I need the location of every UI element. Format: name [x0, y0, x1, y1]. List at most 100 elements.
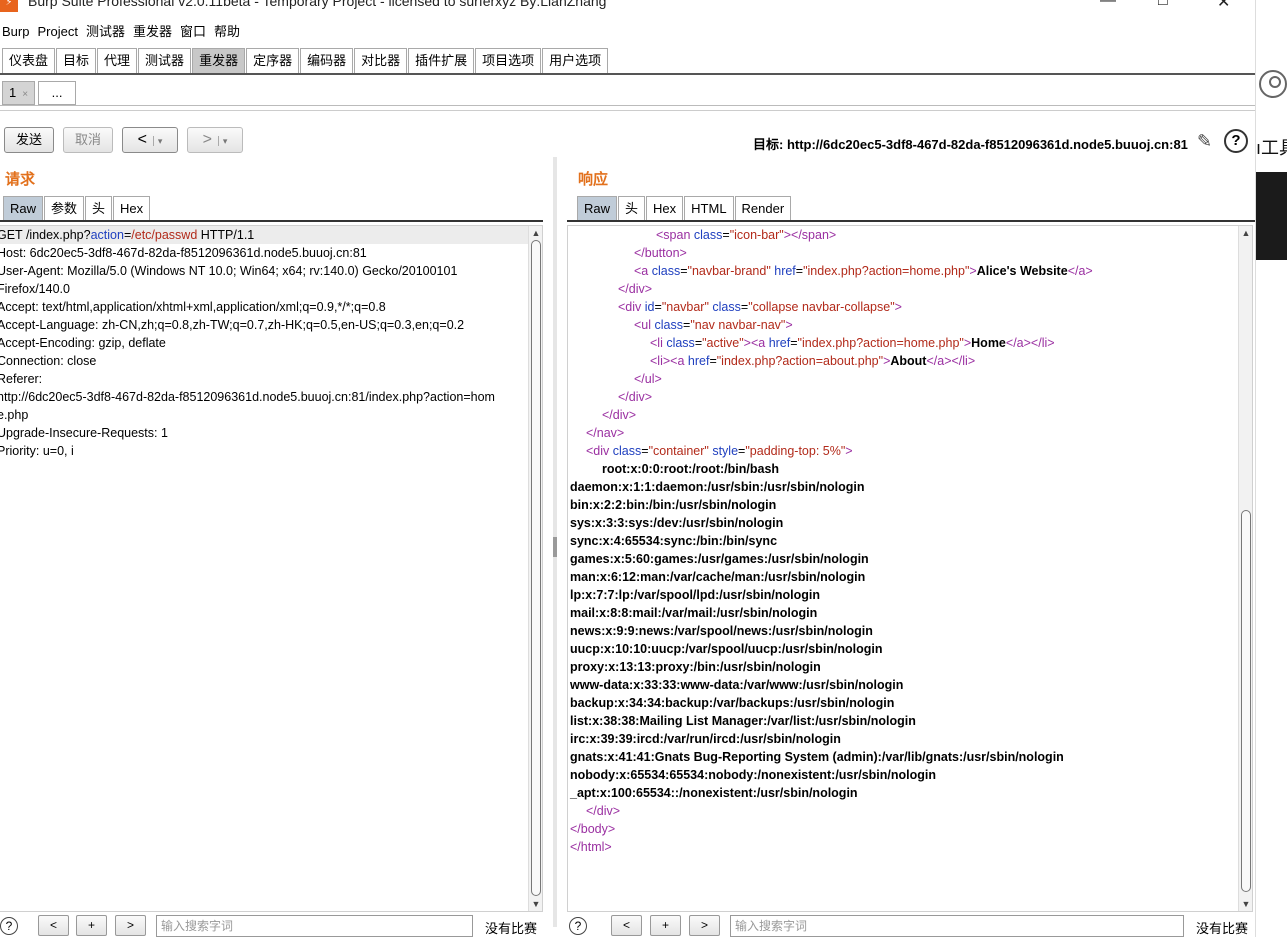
- back-button[interactable]: < ▾: [122, 127, 178, 153]
- scroll-down-icon[interactable]: ▼: [531, 899, 541, 909]
- back-dropdown-icon[interactable]: ▾: [152, 136, 163, 146]
- request-header-line: Accept: text/html,application/xhtml+xml,…: [0, 300, 386, 314]
- request-editor[interactable]: GET /index.php?action=/etc/passwd HTTP/1…: [0, 225, 543, 912]
- tab-proxy[interactable]: 代理: [97, 48, 138, 74]
- menu-help[interactable]: 帮助: [214, 22, 240, 42]
- response-line: <div class="container" style="padding-to…: [586, 444, 853, 458]
- passwd-line: games:x:5:60:games:/usr/games:/usr/sbin/…: [570, 552, 869, 566]
- tab-user-options[interactable]: 用户选项: [542, 48, 609, 74]
- request-tabs: Raw 参数 头 Hex: [3, 196, 151, 220]
- request-heading: 请求: [5, 171, 36, 188]
- request-tab-raw[interactable]: Raw: [3, 196, 44, 220]
- scroll-up-icon[interactable]: ▲: [1241, 228, 1251, 238]
- close-window-button[interactable]: ✕: [1217, 0, 1230, 12]
- tab-repeater[interactable]: 重发器: [192, 48, 246, 74]
- search-add-button[interactable]: +: [76, 915, 107, 936]
- menu-window[interactable]: 窗口: [180, 22, 206, 42]
- menu-project[interactable]: Project: [37, 22, 77, 42]
- title-bar: ⚡ Burp Suite Professional v2.0.11beta - …: [0, 0, 1255, 14]
- response-search-input[interactable]: 输入搜索字词: [730, 915, 1184, 937]
- response-tab-html[interactable]: HTML: [684, 196, 734, 220]
- tab-comparer[interactable]: 对比器: [354, 48, 408, 74]
- new-tab-button[interactable]: ...: [38, 81, 77, 105]
- request-tab-params[interactable]: 参数: [44, 196, 85, 220]
- burp-logo-icon: ⚡: [0, 0, 18, 12]
- user-avatar-icon[interactable]: [1259, 70, 1287, 98]
- repeater-tab-label: 1: [9, 85, 17, 100]
- splitter-grip[interactable]: [553, 537, 557, 557]
- tab-intruder[interactable]: 测试器: [138, 48, 192, 74]
- main-tabs: 仪表盘 目标 代理 测试器 重发器 定序器 编码器 对比器 插件扩展 项目选项 …: [2, 48, 609, 74]
- response-tab-raw[interactable]: Raw: [577, 196, 618, 220]
- response-line: <li class="active"><a href="index.php?ac…: [650, 336, 1055, 350]
- right-side-window-fragment: ı工具: [1255, 0, 1287, 937]
- request-header-line: Host: 6dc20ec5-3df8-467d-82da-f851209636…: [0, 246, 367, 260]
- passwd-line: _apt:x:100:65534::/nonexistent:/usr/sbin…: [570, 786, 858, 800]
- response-line: <span class="icon-bar"></span>: [656, 228, 837, 242]
- response-scroll-thumb[interactable]: [1241, 510, 1251, 892]
- passwd-line: nobody:x:65534:65534:nobody:/nonexistent…: [570, 768, 937, 782]
- passwd-line: man:x:6:12:man:/var/cache/man:/usr/sbin/…: [570, 570, 866, 584]
- response-editor[interactable]: <span class="icon-bar"></span> </button>…: [567, 225, 1253, 912]
- response-scrollbar[interactable]: ▲ ▼: [1238, 226, 1252, 911]
- request-tab-headers[interactable]: 头: [85, 196, 113, 220]
- search-next-button[interactable]: >: [115, 915, 146, 936]
- back-arrow-icon: <: [137, 131, 147, 148]
- passwd-line: sync:x:4:65534:sync:/bin:/bin/sync: [570, 534, 778, 548]
- response-line: </button>: [634, 246, 687, 260]
- request-search-bar: ? < + > 输入搜索字词 没有比赛: [0, 914, 548, 937]
- request-header-line: http://6dc20ec5-3df8-467d-82da-f85120963…: [0, 390, 495, 404]
- passwd-line: mail:x:8:8:mail:/var/mail:/usr/sbin/nolo…: [570, 606, 818, 620]
- search-next-button[interactable]: >: [689, 915, 720, 936]
- passwd-line: list:x:38:38:Mailing List Manager:/var/l…: [570, 714, 916, 728]
- close-tab-icon[interactable]: ×: [22, 89, 28, 100]
- side-text: ı工具: [1256, 138, 1287, 158]
- tab-extender[interactable]: 插件扩展: [408, 48, 475, 74]
- window-title: Burp Suite Professional v2.0.11beta - Te…: [28, 0, 607, 9]
- tab-target[interactable]: 目标: [56, 48, 97, 74]
- response-line: </div>: [618, 282, 653, 296]
- request-header-line: Firefox/140.0: [0, 282, 70, 296]
- help-icon[interactable]: ?: [0, 917, 18, 935]
- menu-intruder[interactable]: 测试器: [86, 22, 125, 42]
- request-tab-divider: [0, 220, 543, 222]
- tab-sequencer[interactable]: 定序器: [246, 48, 300, 74]
- cancel-button[interactable]: 取消: [63, 127, 113, 153]
- scroll-down-icon[interactable]: ▼: [1241, 899, 1251, 909]
- forward-button[interactable]: > ▾: [187, 127, 243, 153]
- forward-arrow-icon: >: [202, 131, 212, 148]
- search-prev-button[interactable]: <: [38, 915, 69, 936]
- forward-dropdown-icon[interactable]: ▾: [217, 136, 228, 146]
- help-icon[interactable]: ?: [1224, 129, 1248, 153]
- help-icon[interactable]: ?: [569, 917, 587, 935]
- passwd-line: news:x:9:9:news:/var/spool/news:/usr/sbi…: [570, 624, 873, 638]
- send-button[interactable]: 发送: [4, 127, 54, 153]
- search-prev-button[interactable]: <: [611, 915, 642, 936]
- repeater-tab-1[interactable]: 1 ×: [2, 81, 36, 105]
- menu-repeater[interactable]: 重发器: [133, 22, 172, 42]
- passwd-line: daemon:x:1:1:daemon:/usr/sbin:/usr/sbin/…: [570, 480, 865, 494]
- minimize-button[interactable]: —: [1100, 0, 1116, 10]
- menu-burp[interactable]: Burp: [2, 22, 29, 42]
- maximize-button[interactable]: □: [1158, 0, 1168, 10]
- sub-tabs-divider-2: [0, 110, 1255, 111]
- pane-splitter[interactable]: [553, 157, 557, 927]
- passwd-line: proxy:x:13:13:proxy:/bin:/usr/sbin/nolog…: [570, 660, 821, 674]
- response-tab-render[interactable]: Render: [734, 196, 792, 220]
- tab-project-options[interactable]: 项目选项: [475, 48, 542, 74]
- pencil-icon[interactable]: ✎: [1197, 131, 1217, 151]
- search-add-button[interactable]: +: [650, 915, 681, 936]
- request-scroll-thumb[interactable]: [531, 240, 541, 896]
- request-search-input[interactable]: 输入搜索字词: [156, 915, 473, 937]
- response-tab-headers[interactable]: 头: [618, 196, 646, 220]
- response-line: </div>: [618, 390, 653, 404]
- scroll-up-icon[interactable]: ▲: [531, 228, 541, 238]
- tab-decoder[interactable]: 编码器: [300, 48, 354, 74]
- request-scrollbar[interactable]: ▲ ▼: [528, 226, 542, 911]
- tab-dashboard[interactable]: 仪表盘: [2, 48, 56, 74]
- response-tab-hex[interactable]: Hex: [646, 196, 684, 220]
- request-tab-hex[interactable]: Hex: [113, 196, 151, 220]
- response-search-bar: ? < + > 输入搜索字词 没有比赛: [569, 914, 1255, 937]
- match-count-label: 没有比赛: [1196, 921, 1249, 936]
- dark-panel: [1256, 172, 1287, 260]
